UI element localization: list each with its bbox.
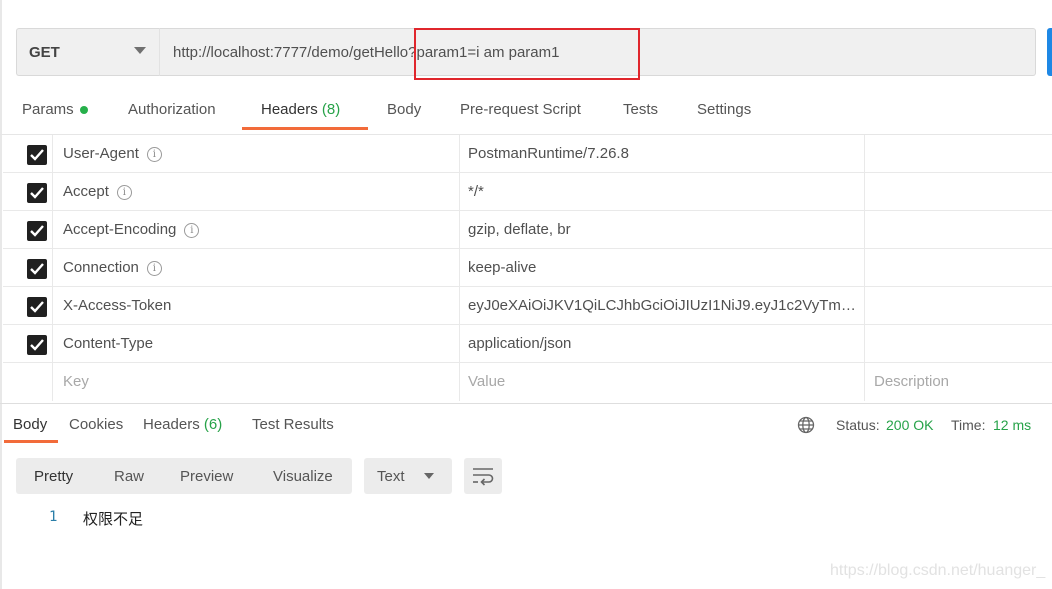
- header-key-text: User-Agent: [63, 145, 139, 162]
- response-tab-headers[interactable]: Headers (6): [143, 416, 222, 433]
- table-row: User-Agent i PostmanRuntime/7.26.8: [3, 135, 1052, 173]
- row-checkbox[interactable]: [27, 145, 47, 165]
- status-label: Status:: [836, 417, 880, 433]
- tab-headers-count: (8): [321, 101, 341, 118]
- info-icon[interactable]: i: [146, 261, 162, 276]
- response-tab-headers-label: Headers: [143, 416, 200, 433]
- header-value[interactable]: keep-alive: [468, 259, 536, 276]
- row-checkbox[interactable]: [27, 221, 47, 241]
- active-tab-indicator: [242, 127, 368, 130]
- table-row: Accept-Encoding i gzip, deflate, br: [3, 211, 1052, 249]
- tab-prerequest-script[interactable]: Pre-request Script: [460, 101, 581, 118]
- tab-body[interactable]: Body: [387, 101, 421, 118]
- header-key[interactable]: Accept i: [63, 183, 132, 200]
- tab-params-label: Params: [22, 101, 74, 118]
- header-key[interactable]: X-Access-Token: [63, 297, 171, 314]
- header-value[interactable]: eyJ0eXAiOiJKV1QiLCJhbGciOiJIUzI1NiJ9.eyJ…: [468, 297, 858, 314]
- chevron-down-icon[interactable]: [134, 47, 146, 54]
- visualize-button[interactable]: Visualize: [273, 468, 333, 485]
- preview-button[interactable]: Preview: [180, 468, 233, 485]
- highlight-annotation-box: [414, 28, 640, 80]
- new-description-input[interactable]: Description: [874, 373, 949, 390]
- new-value-input[interactable]: Value: [468, 373, 505, 390]
- globe-icon[interactable]: [797, 416, 815, 438]
- watermark: https://blog.csdn.net/huanger_: [830, 562, 1046, 579]
- send-button[interactable]: [1047, 28, 1052, 76]
- table-row: Content-Type application/json: [3, 325, 1052, 363]
- response-body-text: 权限不足: [83, 510, 144, 528]
- response-tab-body[interactable]: Body: [13, 416, 47, 433]
- tab-tests[interactable]: Tests: [623, 101, 658, 118]
- header-value[interactable]: */*: [468, 183, 484, 200]
- pretty-button[interactable]: Pretty: [34, 468, 73, 485]
- header-key[interactable]: User-Agent i: [63, 145, 162, 162]
- info-icon[interactable]: i: [184, 223, 200, 238]
- header-key[interactable]: Accept-Encoding i: [63, 221, 200, 238]
- header-key[interactable]: Connection i: [63, 259, 162, 276]
- header-value[interactable]: application/json: [468, 335, 571, 352]
- tab-headers[interactable]: Headers (8): [261, 101, 340, 118]
- wrap-lines-button[interactable]: [464, 458, 502, 494]
- response-tab-test-results[interactable]: Test Results: [252, 416, 334, 433]
- wrap-lines-icon: [473, 468, 494, 486]
- info-icon[interactable]: i: [146, 147, 162, 162]
- response-tab-headers-count: (6): [203, 416, 223, 433]
- header-key-text: Accept: [63, 183, 109, 200]
- status-value: 200 OK: [886, 417, 934, 433]
- header-key-text: Accept-Encoding: [63, 221, 177, 238]
- response-active-tab-indicator: [4, 440, 58, 443]
- tab-settings[interactable]: Settings: [697, 101, 751, 118]
- raw-button[interactable]: Raw: [114, 468, 144, 485]
- tab-headers-label: Headers: [261, 101, 318, 118]
- tab-params[interactable]: Params: [22, 101, 88, 118]
- chevron-down-icon: [424, 473, 434, 479]
- header-key[interactable]: Content-Type: [63, 335, 153, 352]
- header-value[interactable]: PostmanRuntime/7.26.8: [468, 145, 629, 162]
- header-key-text: Connection: [63, 259, 139, 276]
- time-value[interactable]: 12 ms: [993, 417, 1031, 433]
- window-edge: [0, 0, 2, 589]
- response-tab-cookies[interactable]: Cookies: [69, 416, 123, 433]
- row-checkbox[interactable]: [27, 335, 47, 355]
- header-value[interactable]: gzip, deflate, br: [468, 221, 571, 238]
- section-divider: [0, 403, 1052, 404]
- row-checkbox[interactable]: [27, 297, 47, 317]
- method-label: GET: [29, 44, 60, 61]
- headers-table: User-Agent i PostmanRuntime/7.26.8 Accept…: [3, 135, 1052, 401]
- tab-authorization[interactable]: Authorization: [128, 101, 216, 118]
- info-icon[interactable]: i: [116, 185, 132, 200]
- row-checkbox[interactable]: [27, 183, 47, 203]
- row-checkbox[interactable]: [27, 259, 47, 279]
- table-row: Connection i keep-alive: [3, 249, 1052, 287]
- format-select-label: Text: [377, 468, 405, 485]
- params-active-dot: [79, 106, 88, 115]
- line-number: 1: [49, 509, 58, 525]
- table-row-new: Key Value Description: [3, 363, 1052, 401]
- new-key-input[interactable]: Key: [63, 373, 89, 390]
- table-row: X-Access-Token eyJ0eXAiOiJKV1QiLCJhbGciO…: [3, 287, 1052, 325]
- table-row: Accept i */*: [3, 173, 1052, 211]
- time-label: Time:: [951, 417, 986, 433]
